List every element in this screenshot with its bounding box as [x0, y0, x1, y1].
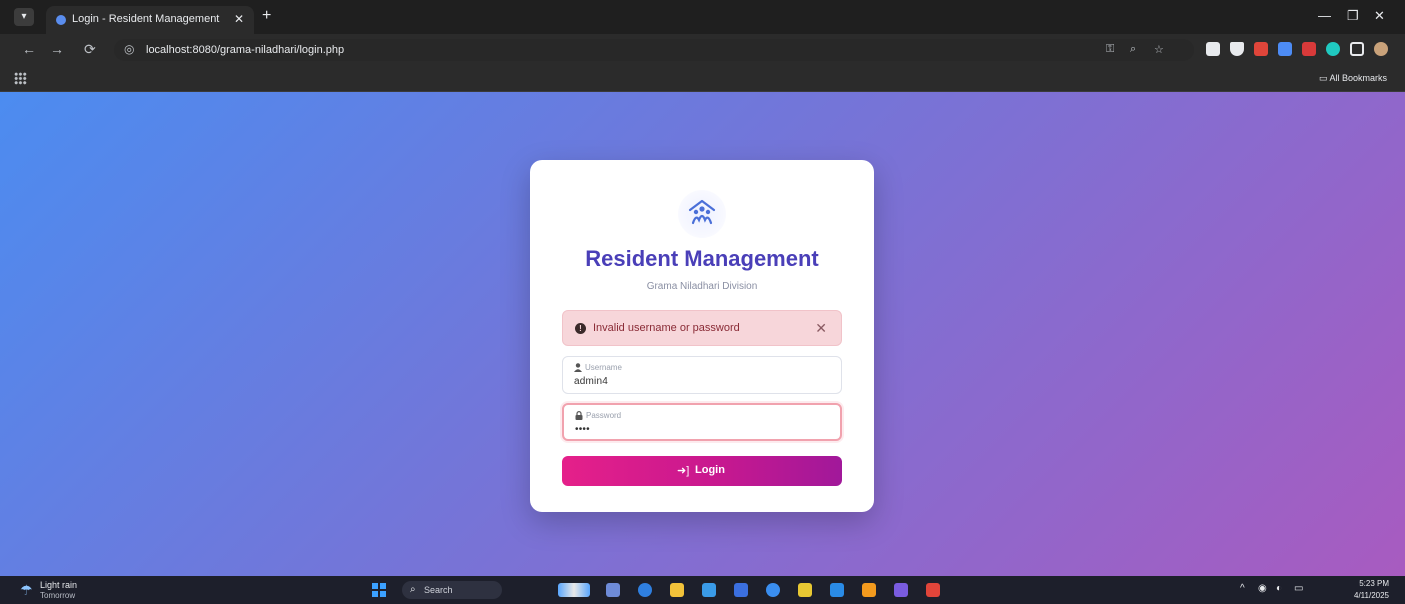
error-alert: ! Invalid username or password ✕	[562, 310, 842, 346]
tab-search-chevron-down-icon[interactable]: ▾	[14, 8, 34, 26]
file-explorer-icon[interactable]	[670, 583, 684, 597]
sticky-notes-icon[interactable]	[798, 583, 812, 597]
tab-close-icon[interactable]: ✕	[234, 12, 244, 26]
page-title: Resident Management	[585, 246, 819, 271]
extension-teal-icon[interactable]	[1326, 42, 1340, 56]
url-text[interactable]: localhost:8080/grama-niladhari/login.php	[146, 44, 344, 56]
extension-b-icon[interactable]	[1206, 42, 1220, 56]
extension-blue-icon[interactable]	[1278, 42, 1292, 56]
password-label: Password	[586, 411, 622, 420]
search-icon: ⌕	[410, 584, 416, 595]
page-subtitle: Grama Niladhari Division	[646, 281, 758, 292]
bookmark-star-icon[interactable]: ☆	[1154, 43, 1164, 56]
volume-icon[interactable]: ◐	[1276, 583, 1282, 594]
app-purple-icon[interactable]	[894, 583, 908, 597]
username-label: Username	[585, 363, 622, 372]
vscode-icon[interactable]	[830, 583, 844, 597]
new-tab-plus-icon[interactable]: +	[262, 7, 271, 25]
clock-time[interactable]: 5:23 PM	[1359, 579, 1389, 588]
windows-taskbar: ☂ Light rain Tomorrow ⌕ Search ^ ◉ ◐ ▭ 5…	[0, 576, 1405, 604]
search-placeholder: Search	[424, 585, 453, 595]
taskbar-search[interactable]: ⌕ Search	[402, 581, 502, 599]
site-info-icon[interactable]: ◎	[124, 42, 134, 56]
sign-in-icon: ➜]	[677, 465, 690, 477]
window-restore-icon[interactable]: ❐	[1347, 8, 1359, 24]
browser-tab-bar: ▾ Login - Resident Management ✕ + — ❐ ✕	[0, 0, 1405, 34]
weather-rain-icon[interactable]: ☂	[20, 582, 33, 599]
address-bar[interactable]: ◎ localhost:8080/grama-niladhari/login.p…	[114, 39, 1194, 61]
chrome-icon[interactable]	[766, 583, 780, 597]
active-tab[interactable]: Login - Resident Management ✕	[46, 6, 254, 34]
forward-arrow-icon[interactable]: →	[50, 41, 64, 57]
extension-red-icon[interactable]	[1302, 42, 1316, 56]
extension-m-icon[interactable]	[1230, 42, 1244, 56]
tab-favicon-icon	[56, 15, 66, 25]
alert-message: Invalid username or password	[593, 322, 740, 334]
weather-when: Tomorrow	[40, 591, 76, 600]
mail-icon[interactable]	[734, 583, 748, 597]
xampp-icon[interactable]	[862, 583, 876, 597]
extension-pdf-icon[interactable]	[1254, 42, 1268, 56]
acrobat-icon[interactable]	[926, 583, 940, 597]
browser-toolbar: ← → ⟳ ◎ localhost:8080/grama-niladhari/l…	[0, 34, 1405, 66]
back-arrow-icon[interactable]: ←	[22, 41, 36, 57]
community-people-icon	[688, 199, 716, 225]
bookmarks-bar: ▭ All Bookmarks	[0, 66, 1405, 92]
login-button[interactable]: ➜] Login	[562, 456, 842, 486]
lock-icon	[575, 411, 583, 422]
user-icon	[574, 363, 582, 374]
task-view-icon[interactable]	[606, 583, 620, 597]
username-field[interactable]: Username admin4	[562, 356, 842, 394]
all-bookmarks-link[interactable]: ▭ All Bookmarks	[1319, 73, 1387, 84]
weather-condition[interactable]: Light rain	[40, 580, 77, 590]
password-key-icon[interactable]: ⚿	[1106, 43, 1114, 56]
wifi-icon[interactable]: ◉	[1258, 583, 1267, 594]
login-card: Resident Management Grama Niladhari Divi…	[530, 160, 874, 512]
clock-date[interactable]: 4/11/2025	[1354, 591, 1389, 600]
login-button-label: Login	[695, 464, 725, 476]
username-input[interactable]: admin4	[574, 376, 608, 387]
extensions-puzzle-icon[interactable]	[1350, 42, 1364, 56]
profile-avatar-icon[interactable]	[1374, 42, 1388, 56]
password-input[interactable]: ••••	[575, 424, 590, 435]
store-icon[interactable]	[702, 583, 716, 597]
edge-browser-icon[interactable]	[638, 583, 652, 597]
password-field[interactable]: Password ••••	[562, 403, 842, 441]
exclamation-circle-icon: !	[575, 323, 586, 334]
windows-start-icon[interactable]	[372, 583, 386, 597]
reload-icon[interactable]: ⟳	[84, 41, 96, 58]
apps-grid-icon[interactable]	[14, 72, 27, 85]
widgets-icon[interactable]	[558, 583, 590, 597]
alert-close-icon[interactable]: ✕	[815, 320, 827, 337]
window-minimize-icon[interactable]: —	[1318, 8, 1331, 23]
login-page-background: Resident Management Grama Niladhari Divi…	[0, 92, 1405, 576]
tray-chevron-up-icon[interactable]: ^	[1240, 583, 1245, 594]
tab-title: Login - Resident Management	[72, 13, 220, 25]
all-bookmarks-label: All Bookmarks	[1329, 73, 1387, 83]
window-close-icon[interactable]: ✕	[1374, 8, 1385, 24]
zoom-icon[interactable]: ⌕	[1130, 43, 1136, 56]
logo	[672, 188, 732, 240]
battery-icon[interactable]: ▭	[1294, 583, 1303, 594]
